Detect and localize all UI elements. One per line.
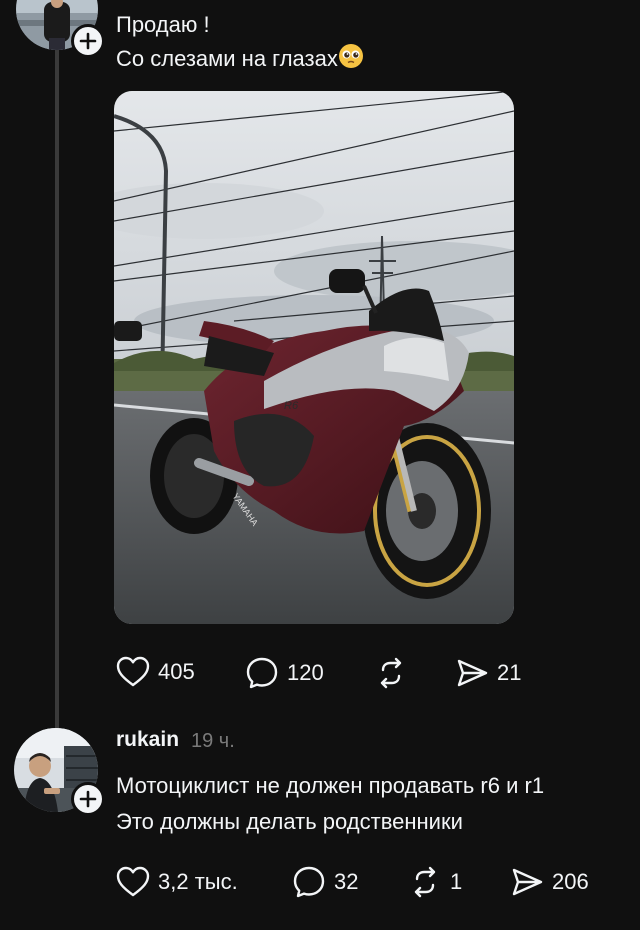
reply-timestamp: 19 ч. [191,730,235,752]
follow-plus-button[interactable] [71,24,105,58]
post-like-button[interactable]: 405 [116,656,195,688]
pleading-face-emoji [338,43,364,79]
reply-like-count: 3,2 тыс. [158,869,238,894]
post-share-button[interactable]: 21 [455,656,521,690]
post-repost-button[interactable] [374,656,416,690]
svg-text:R6: R6 [284,400,299,412]
thread-line [55,40,59,735]
reply-repost-button[interactable]: 1 [408,865,462,899]
send-icon [510,865,544,899]
post-text-line-2: Со слезами на глазах [116,46,338,71]
reply-username[interactable]: rukain [116,728,179,752]
post-share-count: 21 [497,660,522,685]
post-like-count: 405 [158,659,195,684]
post-text: Продаю ! Со слезами на глазах [116,8,364,79]
reply-like-button[interactable]: 3,2 тыс. [116,866,238,898]
reply-text-line-2: Это должны делать родственники [116,809,463,834]
post-photo[interactable]: R6 YAMAHA [114,91,514,624]
post-text-line-1: Продаю ! [116,12,210,37]
comment-icon [292,865,326,899]
heart-icon [116,656,150,688]
reply-share-count: 206 [552,869,589,894]
reply-comment-button[interactable]: 32 [292,865,358,899]
reply-repost-count: 1 [450,869,463,894]
comment-icon [245,656,279,690]
reply-text-line-1: Мотоциклист не должен продавать r6 и r1 [116,773,545,798]
heart-icon [116,866,150,898]
post-comment-button[interactable]: 120 [245,656,324,690]
reply-comment-count: 32 [334,869,359,894]
reply-share-button[interactable]: 206 [510,865,589,899]
repost-icon [374,656,408,690]
reply-text: Мотоциклист не должен продавать r6 и r1 … [116,768,544,840]
send-icon [455,656,489,690]
post-comment-count: 120 [287,660,324,685]
repost-icon [408,865,442,899]
follow-plus-button-reply[interactable] [71,782,105,816]
